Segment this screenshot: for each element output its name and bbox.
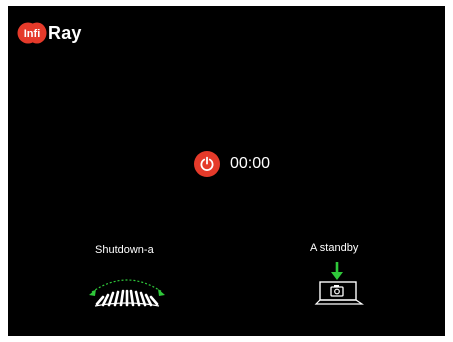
standby-option-label: A standby	[310, 242, 359, 254]
rotary-dial-icon[interactable]	[83, 270, 171, 310]
infiray-logo: Infi Ray	[17, 21, 82, 45]
shutdown-status: 00:00	[194, 151, 270, 177]
logo-text: Ray	[48, 22, 82, 43]
shutdown-option-label: Shutdown-a	[95, 244, 154, 256]
power-button[interactable]	[194, 151, 220, 177]
badge-text: Infi	[24, 28, 41, 40]
device-screen: Infi Ray 00:00 Shutdown-a A standby	[8, 6, 445, 336]
infiray-badge: Infi	[17, 22, 47, 44]
press-button-icon[interactable]	[308, 260, 366, 308]
power-icon	[200, 156, 214, 171]
countdown-timer: 00:00	[230, 155, 271, 172]
